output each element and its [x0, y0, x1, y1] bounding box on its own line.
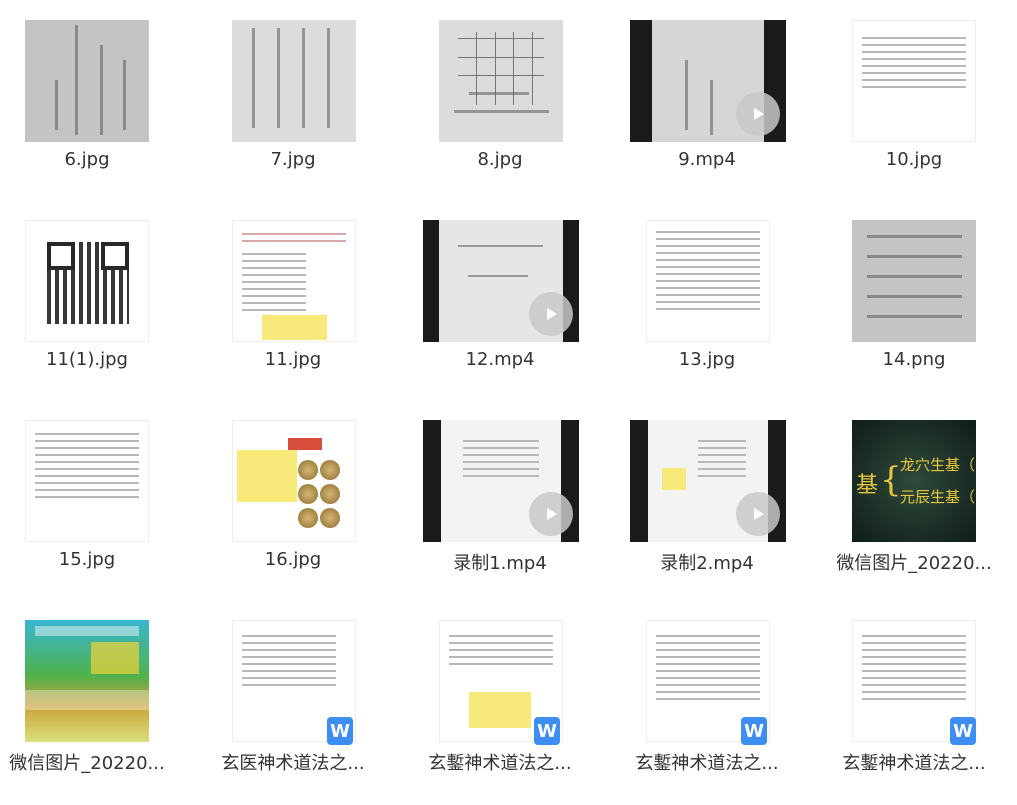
file-name[interactable]: 14.png — [814, 349, 1014, 370]
play-icon[interactable] — [529, 292, 573, 336]
file-name[interactable]: 玄鏨神术道法之... — [607, 749, 807, 775]
file-name[interactable]: 11(1).jpg — [0, 349, 187, 370]
word-icon: W — [327, 717, 353, 745]
file-name[interactable]: 13.jpg — [607, 349, 807, 370]
file-thumbnail[interactable] — [814, 215, 1014, 345]
file-tile[interactable]: 14.png — [814, 215, 1014, 405]
poster-image — [25, 620, 149, 742]
file-tile[interactable]: 9.mp4 — [607, 15, 807, 205]
document-page-image — [232, 220, 356, 342]
play-icon[interactable] — [736, 92, 780, 136]
file-tile[interactable]: 录制1.mp4 — [400, 415, 600, 605]
file-tile[interactable]: 录制2.mp4 — [607, 415, 807, 605]
file-thumbnail[interactable] — [0, 415, 187, 545]
file-thumbnail[interactable] — [193, 415, 393, 545]
file-tile[interactable]: 6.jpg — [0, 15, 187, 205]
handwritten-note-image — [232, 20, 356, 142]
file-tile[interactable]: 11.jpg — [193, 215, 393, 405]
file-tile[interactable]: 12.mp4 — [400, 215, 600, 405]
document-page-image — [646, 220, 770, 342]
file-name[interactable]: 10.jpg — [814, 149, 1014, 170]
document-page-image — [25, 420, 149, 542]
file-name[interactable]: 玄鏨神术道法之... — [814, 749, 1014, 775]
word-icon: W — [534, 717, 560, 745]
qr-code-image — [25, 220, 149, 342]
file-tile[interactable]: W 玄鏨神术道法之... — [607, 615, 807, 805]
file-name[interactable]: 8.jpg — [400, 149, 600, 170]
file-tile[interactable]: W 玄鏨神术道法之... — [814, 615, 1014, 805]
grid-sketch-image — [439, 20, 563, 142]
file-tile[interactable]: W 玄鏨神术道法之... — [400, 615, 600, 805]
file-tile[interactable]: 16.jpg — [193, 415, 393, 605]
file-tile[interactable]: 基 { 龙穴生基（ 元辰生基（ 微信图片_20220... — [814, 415, 1014, 605]
file-tile[interactable]: 15.jpg — [0, 415, 187, 605]
file-tile[interactable]: 微信图片_20220... — [0, 615, 187, 805]
file-thumbnail[interactable] — [400, 15, 600, 145]
word-icon: W — [950, 717, 976, 745]
file-thumbnail[interactable]: W — [400, 615, 600, 745]
blackboard-image: 基 { 龙穴生基（ 元辰生基（ — [852, 420, 976, 542]
file-name[interactable]: 9.mp4 — [607, 149, 807, 170]
board-prefix: 基 — [856, 473, 879, 498]
file-name[interactable]: 6.jpg — [0, 149, 187, 170]
file-tile[interactable]: 11(1).jpg — [0, 215, 187, 405]
file-name[interactable]: 录制1.mp4 — [400, 549, 600, 575]
file-thumbnail[interactable] — [607, 215, 807, 345]
file-name[interactable]: 玄鏨神术道法之... — [400, 749, 600, 775]
video-frame — [423, 420, 579, 542]
video-frame — [630, 420, 786, 542]
file-thumbnail[interactable]: W — [814, 615, 1014, 745]
qr-code — [47, 242, 129, 324]
word-icon: W — [741, 717, 767, 745]
file-name[interactable]: 玄医神术道法之... — [193, 749, 393, 775]
file-tile[interactable]: 7.jpg — [193, 15, 393, 205]
file-thumbnail[interactable]: W — [607, 615, 807, 745]
video-frame — [630, 20, 786, 142]
file-name[interactable]: 11.jpg — [193, 349, 393, 370]
file-thumbnail[interactable] — [0, 15, 187, 145]
file-tile[interactable]: 10.jpg — [814, 15, 1014, 205]
file-tile[interactable]: 13.jpg — [607, 215, 807, 405]
file-thumbnail[interactable] — [607, 15, 807, 145]
file-thumbnail[interactable] — [0, 615, 187, 745]
file-name[interactable]: 12.mp4 — [400, 349, 600, 370]
file-name[interactable]: 16.jpg — [193, 549, 393, 570]
handwritten-note-image — [852, 220, 976, 342]
file-thumbnail[interactable] — [193, 215, 393, 345]
file-thumbnail[interactable]: W — [193, 615, 393, 745]
file-name[interactable]: 微信图片_20220... — [814, 549, 1014, 575]
file-name[interactable]: 录制2.mp4 — [607, 549, 807, 575]
file-thumbnail[interactable] — [0, 215, 187, 345]
file-thumbnail[interactable] — [400, 415, 600, 545]
coins-chart-image — [232, 420, 356, 542]
handwritten-note-image — [25, 20, 149, 142]
file-tile[interactable]: W 玄医神术道法之... — [193, 615, 393, 805]
document-page-image — [852, 20, 976, 142]
file-grid: 6.jpg 7.jpg 8.jpg 9.mp4 10.jpg 11(1).jpg… — [0, 0, 1017, 802]
file-thumbnail[interactable]: 基 { 龙穴生基（ 元辰生基（ — [814, 415, 1014, 545]
file-thumbnail[interactable] — [193, 15, 393, 145]
play-icon[interactable] — [529, 492, 573, 536]
file-tile[interactable]: 8.jpg — [400, 15, 600, 205]
play-icon[interactable] — [736, 492, 780, 536]
file-thumbnail[interactable] — [814, 15, 1014, 145]
file-thumbnail[interactable] — [400, 215, 600, 345]
video-frame — [423, 220, 579, 342]
board-text-line: 龙穴生基（ — [900, 456, 976, 474]
file-name[interactable]: 15.jpg — [0, 549, 187, 570]
board-text-line: 元辰生基（ — [900, 488, 976, 506]
file-thumbnail[interactable] — [607, 415, 807, 545]
file-name[interactable]: 7.jpg — [193, 149, 393, 170]
file-name[interactable]: 微信图片_20220... — [0, 749, 187, 775]
